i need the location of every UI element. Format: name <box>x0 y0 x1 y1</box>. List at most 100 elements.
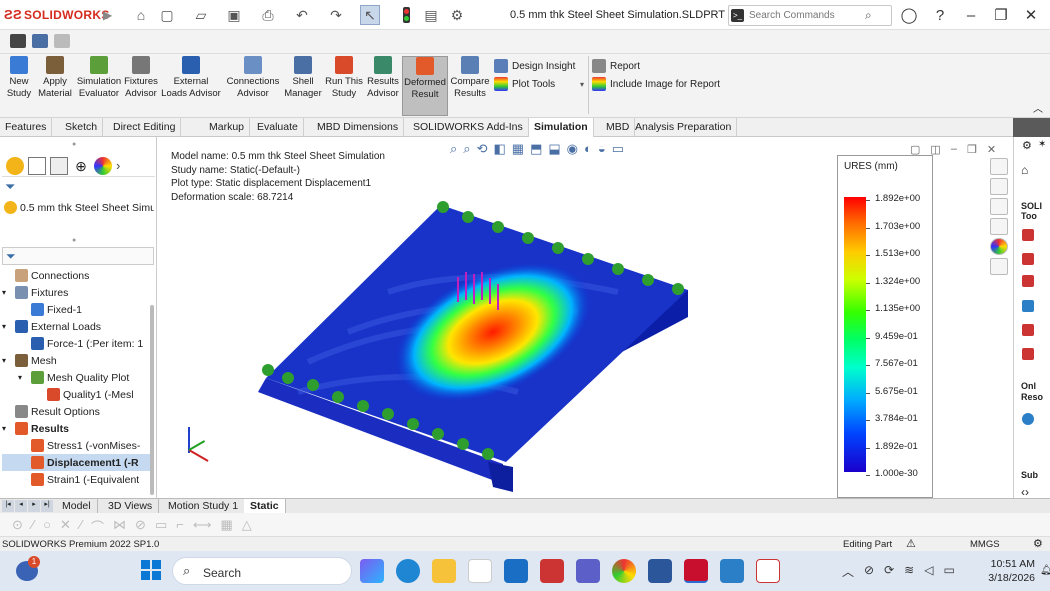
camera-icon[interactable] <box>10 34 26 48</box>
display-manager-icon[interactable] <box>94 156 112 175</box>
expand-arrow-icon[interactable]: ▾ <box>2 322 12 331</box>
view-orientation-icon[interactable]: ⬒ <box>530 141 542 157</box>
first-tab-icon[interactable]: |◂ <box>2 500 14 512</box>
slot-icon[interactable]: ⊘ <box>135 517 146 536</box>
viewport-restore-icon[interactable]: ❐ <box>967 143 977 156</box>
notifications-bell-icon[interactable]: 🔔︎ <box>1040 565 1050 576</box>
tab-options-icon[interactable] <box>1013 118 1050 137</box>
simulation-evaluator-button[interactable]: Simulation Evaluator <box>76 56 122 116</box>
tree-scrollbar[interactable] <box>150 305 154 495</box>
record-icon[interactable] <box>32 34 48 48</box>
outlook-icon[interactable] <box>504 559 528 583</box>
tab-simulation[interactable]: Simulation <box>529 118 594 137</box>
tree-item[interactable]: ▾ External Loads <box>2 318 150 335</box>
tree-item[interactable]: Result Options <box>2 403 150 420</box>
new-document-icon[interactable]: ▢ <box>157 5 177 25</box>
select-pointer-icon[interactable]: ↖ <box>360 5 380 25</box>
snipping-tool-icon[interactable] <box>756 559 780 583</box>
start-button[interactable] <box>141 560 161 580</box>
bottom-tab-3d-views[interactable]: 3D Views <box>102 499 160 514</box>
tree-item[interactable]: ▾ Mesh <box>2 352 150 369</box>
apply-material-button[interactable]: Apply Material <box>36 56 74 116</box>
tab-solidworks-add-ins[interactable]: SOLIDWORKS Add-Ins <box>408 118 529 137</box>
scene-icon[interactable]: ◒ <box>598 141 606 157</box>
restore-icon[interactable]: ❐ <box>990 4 1012 26</box>
tool-item-2-icon[interactable] <box>1022 253 1034 265</box>
filter-icon[interactable]: ⏷ <box>5 179 15 195</box>
tab-analysis-preparation[interactable]: Analysis Preparation <box>630 118 738 137</box>
tree-item[interactable]: Stress1 (-vonMises- <box>2 437 150 454</box>
tree-item[interactable]: Quality1 (-Mesl <box>2 386 150 403</box>
shell-manager-button[interactable]: Shell Manager <box>284 56 322 116</box>
calendar-app-icon[interactable] <box>540 559 564 583</box>
bottom-tab-motion-study-1[interactable]: Motion Study 1 <box>162 499 246 514</box>
feature-manager-icon[interactable] <box>6 156 24 175</box>
plot-tools-button[interactable]: Plot Tools <box>494 75 584 93</box>
tool-item-1-icon[interactable] <box>1022 229 1034 241</box>
tree-item[interactable]: Force-1 (:Per item: 1 <box>2 335 150 352</box>
display-style-icon[interactable]: ⬓ <box>548 141 560 157</box>
search-commands-field[interactable]: >_ Search Commands ⌕ <box>728 5 892 26</box>
report-button[interactable]: Report <box>592 57 742 75</box>
previous-view-icon[interactable]: ⟲ <box>477 141 488 157</box>
circle-icon[interactable]: ○ <box>43 517 51 536</box>
tree-item[interactable]: Strain1 (-Equivalent <box>2 471 150 488</box>
tab-markup[interactable]: Markup <box>204 118 251 137</box>
tool-item-5-icon[interactable] <box>1022 324 1034 336</box>
edge-icon[interactable] <box>396 559 420 583</box>
viewport-close-icon[interactable]: ✕ <box>987 143 996 156</box>
results-advisor-button[interactable]: Results Advisor <box>366 56 400 116</box>
online-item-icon[interactable] <box>1022 413 1034 425</box>
teams-icon[interactable] <box>576 559 600 583</box>
task-pane-nav-icon[interactable]: ‹› <box>1021 485 1029 499</box>
bottom-tab-static[interactable]: Static <box>244 499 286 514</box>
solidworks-logo[interactable]: ƧƧ SOLIDWORKS <box>4 7 110 22</box>
study-root-item[interactable]: 0.5 mm thk Steel Sheet Simu <box>4 199 154 216</box>
trim-icon[interactable]: ⋈ <box>113 517 126 536</box>
rebuild-icon[interactable]: ⚠ <box>906 537 916 550</box>
tree-item[interactable]: Connections <box>2 267 150 284</box>
arc-icon[interactable]: ⁄ <box>80 517 82 536</box>
redo-icon[interactable]: ↷ <box>326 5 346 25</box>
deformed-sheet-model[interactable] <box>248 192 708 492</box>
plot-tools-dropdown-icon[interactable]: ▾ <box>580 80 584 89</box>
expand-arrow-icon[interactable]: ▾ <box>18 373 28 382</box>
tree-filter-box[interactable]: ⏷ <box>2 247 154 265</box>
help-icon[interactable]: ? <box>929 4 951 26</box>
search-icon[interactable]: ⌕ <box>865 8 872 23</box>
capture-icon[interactable] <box>54 34 70 48</box>
zoom-to-fit-icon[interactable]: ⌕ <box>450 141 457 157</box>
tray-sync-icon[interactable]: ⟳ <box>884 563 894 580</box>
configuration-manager-icon[interactable] <box>50 156 68 175</box>
collapse-ribbon-icon[interactable]: ︿ <box>1033 100 1043 115</box>
tool-item-4-icon[interactable] <box>1022 300 1034 312</box>
tree-item[interactable]: ▾ Mesh Quality Plot <box>2 369 150 386</box>
next-tab-icon[interactable]: ▸ <box>28 500 40 512</box>
tool-item-3-icon[interactable] <box>1022 275 1034 287</box>
pattern-icon[interactable]: ▦ <box>220 517 232 536</box>
expand-arrow-icon[interactable]: ▾ <box>2 288 12 297</box>
panel-splitter-middle[interactable]: ● <box>72 237 76 244</box>
include-image-button[interactable]: Include Image for Report <box>592 75 742 93</box>
expand-menu-icon[interactable]: ▶ <box>103 8 112 22</box>
view-settings-icon[interactable]: ▭ <box>612 141 624 157</box>
run-this-study-button[interactable]: Run This Study <box>324 56 364 116</box>
open-folder-icon[interactable]: ▱ <box>191 5 211 25</box>
undo-icon[interactable]: ↶ <box>292 5 312 25</box>
file-explorer-taskbar-icon[interactable] <box>432 559 456 583</box>
property-manager-icon[interactable] <box>28 156 46 175</box>
rectangle-icon[interactable]: ▭ <box>155 517 167 536</box>
bottom-tab-model[interactable]: Model <box>56 499 98 514</box>
result-legend[interactable]: URES (mm) 1.892e+00 1.703e+00 1.513e+00 1.3… <box>837 155 933 498</box>
print-icon[interactable]: ⎙ <box>258 5 278 25</box>
tree-item[interactable]: ▾ Fixtures <box>2 284 150 301</box>
copilot-icon[interactable] <box>360 559 384 583</box>
appearances-icon[interactable] <box>990 238 1008 255</box>
deformed-result-button[interactable]: Deformed Result <box>402 56 448 116</box>
more-tabs-icon[interactable]: › <box>116 158 120 173</box>
tab-direct-editing[interactable]: Direct Editing <box>108 118 182 137</box>
tree-item[interactable]: Displacement1 (-R <box>2 454 150 471</box>
tree-item[interactable]: Fixed-1 <box>2 301 150 318</box>
sw-resources-icon[interactable] <box>990 158 1008 175</box>
options-gear-icon[interactable]: ⚙ <box>447 5 467 25</box>
